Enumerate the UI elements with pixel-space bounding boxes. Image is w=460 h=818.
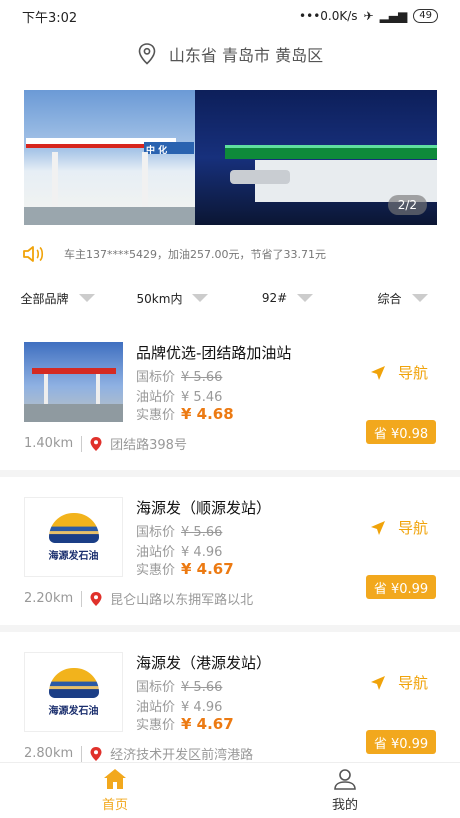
address: 团结路398号	[110, 438, 187, 453]
location-text: 山东省 青岛市 黄岛区	[168, 46, 324, 65]
status-time: 下午3:02	[22, 10, 78, 26]
tab-home[interactable]: 首页	[0, 763, 230, 818]
status-icons: •••0.0K/s ✈ ▂▄▆ 49	[299, 9, 438, 23]
map-pin-icon	[90, 436, 102, 451]
map-pin-icon	[90, 746, 102, 761]
network-speed: •••0.0K/s	[299, 9, 358, 23]
station-name: 海源发（顺源发站）	[136, 499, 272, 517]
savings-badge: 省 ¥0.99	[366, 730, 436, 754]
notice-text: 车主137****5429，加油257.00元，节省了33.71元	[64, 248, 326, 261]
distance: 2.80km	[24, 746, 74, 761]
user-icon	[334, 769, 356, 790]
distance: 2.20km	[24, 591, 74, 606]
tab-profile[interactable]: 我的	[230, 763, 460, 818]
station-meta: 2.20km 昆仑山路以东拥军路以北	[24, 589, 253, 608]
savings-badge: 省 ¥0.98	[366, 420, 436, 444]
navigation-arrow-icon	[371, 520, 385, 535]
navigate-button[interactable]: 导航	[370, 517, 428, 538]
station-card[interactable]: 海源发石油 海源发（顺源发站） 国标价 ¥ 5.66 油站价 ¥ 4.96 实惠价 ¥…	[0, 477, 460, 625]
signal-icon: ▂▄▆	[379, 9, 408, 23]
station-meta: 1.40km 团结路398号	[24, 434, 187, 453]
mute-icon: ✈	[363, 9, 374, 23]
deal-price: 实惠价 ¥ 4.67	[136, 715, 234, 733]
station-logo: 海源发石油	[24, 497, 123, 577]
station-name: 品牌优选-团结路加油站	[136, 344, 292, 362]
bottom-tab-bar: 首页 我的	[0, 762, 460, 818]
station-name: 海源发（港源发站）	[136, 654, 272, 672]
dropdown-arrow-icon	[411, 294, 428, 302]
home-icon	[104, 769, 126, 789]
address: 经济技术开发区前湾港路	[110, 748, 254, 763]
deal-price: 实惠价 ¥ 4.67	[136, 560, 234, 578]
deal-price: 实惠价 ¥ 4.68	[136, 405, 234, 423]
status-bar: 下午3:02 •••0.0K/s ✈ ▂▄▆ 49	[0, 0, 460, 32]
station-card[interactable]: 品牌优选-团结路加油站 国标价 ¥ 5.66 油站价 ¥ 5.46 实惠价 ¥ 4.6…	[0, 322, 460, 470]
banner-carousel[interactable]: 中 化 2/2	[24, 90, 437, 225]
station-card[interactable]: 海源发石油 海源发（港源发站） 国标价 ¥ 5.66 油站价 ¥ 4.96 实惠价 ¥…	[0, 632, 460, 780]
station-price: 油站价 ¥ 4.96	[136, 545, 223, 560]
station-price: 油站价 ¥ 5.46	[136, 390, 223, 405]
banner-indicator: 2/2	[387, 195, 427, 215]
navigate-button[interactable]: 导航	[370, 672, 428, 693]
navigation-arrow-icon	[371, 365, 385, 380]
filter-distance[interactable]: 50km内	[115, 290, 230, 307]
distance: 1.40km	[24, 436, 74, 451]
filter-bar: 全部品牌 50km内 92# 综合	[0, 284, 460, 312]
national-price: 国标价 ¥ 5.66	[136, 525, 223, 540]
location-bar[interactable]: 山东省 青岛市 黄岛区	[0, 36, 460, 72]
station-meta: 2.80km 经济技术开发区前湾港路	[24, 744, 253, 763]
national-price: 国标价 ¥ 5.66	[136, 680, 223, 695]
notice-bar: 车主137****5429，加油257.00元，节省了33.71元	[22, 242, 442, 266]
dropdown-arrow-icon	[78, 294, 95, 302]
dropdown-arrow-icon	[297, 294, 314, 302]
navigation-arrow-icon	[371, 675, 385, 690]
station-price: 油站价 ¥ 4.96	[136, 700, 223, 715]
filter-fuel-type[interactable]: 92#	[230, 291, 345, 305]
dropdown-arrow-icon	[192, 294, 209, 302]
national-price: 国标价 ¥ 5.66	[136, 370, 223, 385]
address: 昆仑山路以东拥军路以北	[110, 593, 254, 608]
banner-image-left: 中 化	[24, 90, 195, 225]
map-pin-icon	[90, 591, 102, 606]
station-list: 品牌优选-团结路加油站 国标价 ¥ 5.66 油站价 ¥ 5.46 实惠价 ¥ 4.6…	[0, 322, 460, 780]
speaker-icon	[23, 246, 44, 262]
filter-sort[interactable]: 综合	[345, 290, 460, 307]
savings-badge: 省 ¥0.99	[366, 575, 436, 599]
station-photo	[24, 342, 123, 422]
station-logo: 海源发石油	[24, 652, 123, 732]
navigate-button[interactable]: 导航	[370, 362, 428, 383]
filter-brand[interactable]: 全部品牌	[0, 290, 115, 307]
battery-icon: 49	[413, 9, 438, 23]
location-pin-icon	[138, 43, 156, 65]
banner-sign: 中 化	[146, 146, 168, 156]
